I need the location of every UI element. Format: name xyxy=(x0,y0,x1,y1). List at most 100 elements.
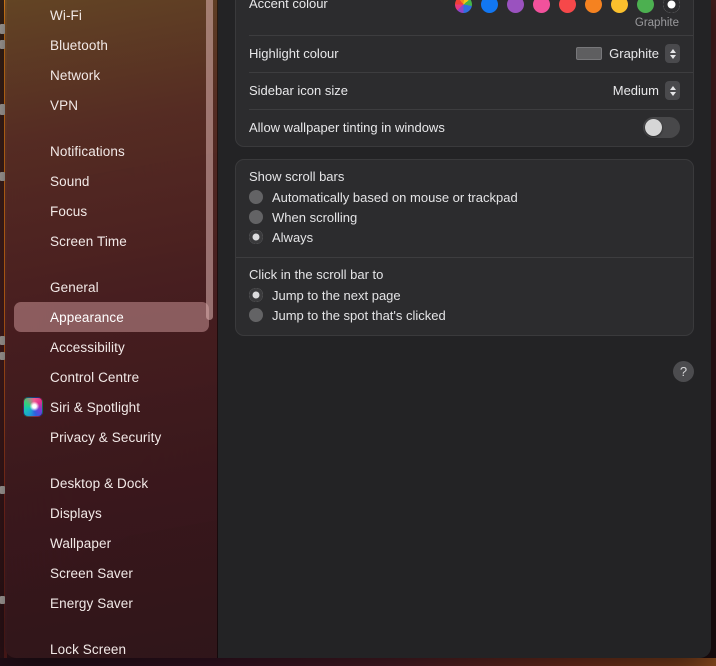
accent-swatch-graphite[interactable] xyxy=(663,0,680,13)
accent-colour-picker[interactable]: Graphite xyxy=(455,0,680,29)
click-scroll-bar-title: Click in the scroll bar to xyxy=(249,267,384,282)
sidebar-item-sound[interactable]: Sound xyxy=(14,166,209,196)
focus-icon xyxy=(23,201,43,221)
help-button[interactable]: ? xyxy=(673,361,694,382)
highlight-colour-row: Highlight colour Graphite xyxy=(236,35,693,72)
appearance-icon xyxy=(23,307,43,327)
sidebar-item-screen-time[interactable]: Screen Time xyxy=(14,226,209,256)
appearance-settings-pane: Accent colour Graphite Highlight colour … xyxy=(218,0,711,658)
wallpaper-tinting-toggle[interactable] xyxy=(643,117,680,138)
desktop-dock-icon xyxy=(23,473,43,493)
accent-swatch-orange[interactable] xyxy=(585,0,602,13)
sidebar-item-appearance[interactable]: Appearance xyxy=(14,302,209,332)
radio-option[interactable]: Automatically based on mouse or trackpad xyxy=(249,187,680,207)
radio-unselected-icon[interactable] xyxy=(249,308,263,322)
radio-option-label: Always xyxy=(272,229,314,245)
radio-option[interactable]: Jump to the next page xyxy=(249,285,680,305)
sidebar-item-label: Appearance xyxy=(50,309,124,325)
lock-screen-icon xyxy=(23,639,43,658)
sidebar-item-notifications[interactable]: Notifications xyxy=(14,136,209,166)
sidebar-list[interactable]: Wi-Fi Bluetooth Network VPN Notifications Sou… xyxy=(5,0,218,658)
sidebar-item-control-centre[interactable]: Control Centre xyxy=(14,362,209,392)
screen-time-icon xyxy=(23,231,43,251)
sidebar-item-label: Sound xyxy=(50,173,90,189)
sidebar-item-label: Wi-Fi xyxy=(50,7,82,23)
radio-option[interactable]: When scrolling xyxy=(249,207,680,227)
accent-swatch-purple[interactable] xyxy=(507,0,524,13)
accent-swatch-red[interactable] xyxy=(559,0,576,13)
sidebar-item-label: Wallpaper xyxy=(50,535,112,551)
sidebar-item-focus[interactable]: Focus xyxy=(14,196,209,226)
click-scroll-bar-block: Click in the scroll bar to Jump to the n… xyxy=(236,257,693,335)
radio-selected-icon[interactable] xyxy=(249,230,263,244)
wallpaper-tinting-label: Allow wallpaper tinting in windows xyxy=(249,120,445,135)
accent-swatch-list[interactable] xyxy=(455,0,680,13)
sidebar-item-screen-saver[interactable]: Screen Saver xyxy=(14,558,209,588)
group-gap xyxy=(235,147,694,159)
toggle-knob xyxy=(645,119,662,136)
sidebar-item-desktop-dock[interactable]: Desktop & Dock xyxy=(14,468,209,498)
click-scroll-bar-radio-group[interactable]: Jump to the next page Jump to the spot th… xyxy=(249,285,680,325)
sidebar-icon-size-value: Medium xyxy=(612,83,659,98)
accent-swatch-pink[interactable] xyxy=(533,0,550,13)
radio-option[interactable]: Always xyxy=(249,227,680,247)
sidebar-icon-size-label: Sidebar icon size xyxy=(249,83,348,98)
vpn-icon xyxy=(23,95,43,115)
radio-option[interactable]: Jump to the spot that's clicked xyxy=(249,305,680,325)
radio-unselected-icon[interactable] xyxy=(249,190,263,204)
radio-option-label: Jump to the next page xyxy=(272,287,401,303)
sidebar-scrollbar[interactable] xyxy=(206,0,213,320)
sidebar-item-energy-saver[interactable]: Energy Saver xyxy=(14,588,209,618)
sidebar-item-label: Bluetooth xyxy=(50,37,108,53)
accent-colour-label: Accent colour xyxy=(249,0,328,11)
system-settings-window: Wi-Fi Bluetooth Network VPN Notifications Sou… xyxy=(5,0,711,658)
screen: Wi-Fi Bluetooth Network VPN Notifications Sou… xyxy=(0,0,716,666)
show-scroll-bars-block: Show scroll bars Automatically based on … xyxy=(236,160,693,257)
highlight-colour-well[interactable] xyxy=(576,47,603,60)
sidebar-item-privacy-security[interactable]: Privacy & Security xyxy=(14,422,209,452)
sidebar-item-general[interactable]: General xyxy=(14,272,209,302)
sidebar-item-displays[interactable]: Displays xyxy=(14,498,209,528)
bluetooth-icon xyxy=(23,35,43,55)
scroll-bars-group: Show scroll bars Automatically based on … xyxy=(235,159,694,336)
sidebar-item-label: Siri & Spotlight xyxy=(50,399,141,415)
wallpaper-tinting-row: Allow wallpaper tinting in windows xyxy=(236,109,693,146)
sidebar-item-label: Network xyxy=(50,67,101,83)
accent-swatch-green[interactable] xyxy=(637,0,654,13)
accent-colour-selected-name: Graphite xyxy=(634,17,679,29)
sidebar-item-lock-screen[interactable]: Lock Screen xyxy=(14,634,209,658)
energy-saver-icon xyxy=(23,593,43,613)
highlight-colour-popup-chevron-icon[interactable] xyxy=(665,44,680,63)
show-scroll-bars-radio-group[interactable]: Automatically based on mouse or trackpad… xyxy=(249,187,680,247)
sidebar-item-label: Privacy & Security xyxy=(50,429,162,445)
sidebar-item-label: Screen Saver xyxy=(50,565,133,581)
sidebar-icon-size-popup-chevron-icon[interactable] xyxy=(665,81,680,100)
highlight-colour-value: Graphite xyxy=(609,46,659,61)
accent-swatch-yellow[interactable] xyxy=(611,0,628,13)
sidebar-item-siri-spotlight[interactable]: Siri & Spotlight xyxy=(14,392,209,422)
sidebar-item-label: General xyxy=(50,279,99,295)
sidebar-item-wallpaper[interactable]: Wallpaper xyxy=(14,528,209,558)
radio-option-label: When scrolling xyxy=(272,209,358,225)
radio-unselected-icon[interactable] xyxy=(249,210,263,224)
sidebar-item-label: Desktop & Dock xyxy=(50,475,149,491)
sidebar-item-network[interactable]: Network xyxy=(14,60,209,90)
radio-option-label: Jump to the spot that's clicked xyxy=(272,307,446,323)
accent-swatch-multicolour[interactable] xyxy=(455,0,472,13)
sidebar-item-vpn[interactable]: VPN xyxy=(14,90,209,120)
sidebar-item-label: Energy Saver xyxy=(50,595,133,611)
highlight-colour-label: Highlight colour xyxy=(249,46,339,61)
sidebar-item-accessibility[interactable]: Accessibility xyxy=(14,332,209,362)
siri-orb-icon xyxy=(23,397,43,417)
accent-swatch-blue[interactable] xyxy=(481,0,498,13)
notifications-icon xyxy=(23,141,43,161)
privacy-security-icon xyxy=(23,427,43,447)
network-icon xyxy=(23,65,43,85)
sidebar-item-bluetooth[interactable]: Bluetooth xyxy=(14,30,209,60)
sidebar-item-label: Control Centre xyxy=(50,369,140,385)
accent-colour-row: Accent colour Graphite xyxy=(236,0,693,35)
sidebar-item-wi-fi[interactable]: Wi-Fi xyxy=(14,0,209,30)
radio-selected-icon[interactable] xyxy=(249,288,263,302)
